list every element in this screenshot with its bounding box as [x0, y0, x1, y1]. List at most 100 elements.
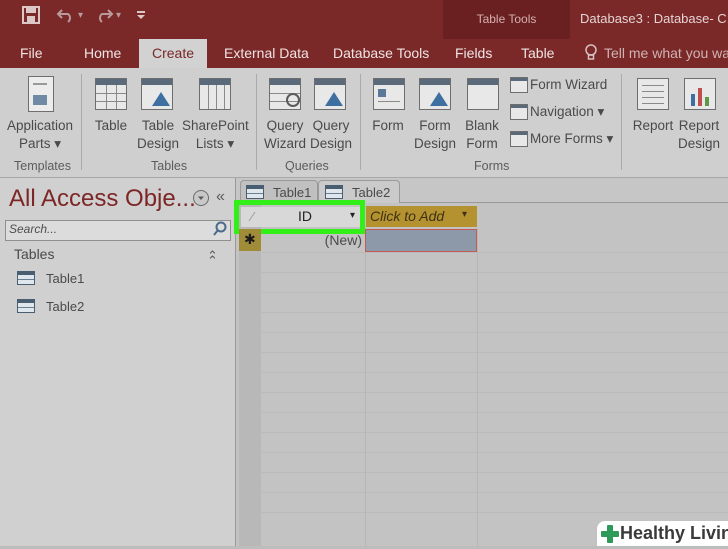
- context-tab-label: Table Tools: [476, 12, 537, 26]
- datasheet-grid[interactable]: [238, 204, 728, 546]
- grid-row-line: [262, 352, 728, 353]
- click-to-add-label: Click to Add: [370, 208, 445, 224]
- table-object-icon: [17, 299, 35, 313]
- watermark-text: Healthy Living: [620, 523, 728, 543]
- report-button[interactable]: Report: [628, 117, 678, 135]
- redo-dropdown-icon[interactable]: ▾: [116, 10, 121, 21]
- search-icon[interactable]: [212, 221, 228, 237]
- record-selector-column: [239, 205, 261, 546]
- blank-form-icon: [467, 78, 499, 110]
- tab-create[interactable]: Create: [139, 45, 207, 61]
- undo-dropdown-icon[interactable]: ▾: [78, 10, 83, 21]
- query-design-label-1: Query: [312, 118, 350, 133]
- table-design-label-1: Table: [141, 118, 175, 133]
- form-design-icon: [419, 78, 451, 110]
- new-record-id-cell[interactable]: (New): [262, 229, 364, 251]
- navigation-icon: [510, 104, 528, 120]
- blank-form-button[interactable]: Blank Form: [460, 117, 504, 153]
- collapse-section-icon-lower: ⌃: [207, 253, 218, 268]
- group-separator: [81, 74, 82, 170]
- new-record-selector[interactable]: ✱: [239, 229, 261, 251]
- click-to-add-header[interactable]: Click to Add ▾: [366, 206, 477, 227]
- undo-icon[interactable]: [56, 6, 76, 29]
- table-design-icon: [141, 78, 173, 110]
- group-separator: [621, 74, 622, 170]
- new-record-label: (New): [324, 232, 362, 248]
- nav-menu-dropdown-icon[interactable]: [193, 190, 209, 206]
- group-label-tables: Tables: [151, 159, 188, 173]
- report-icon: [637, 78, 669, 110]
- query-wizard-button[interactable]: Query Wizard: [262, 117, 308, 153]
- grid-row-line: [262, 492, 728, 493]
- tab-table[interactable]: Table: [521, 45, 554, 61]
- grid-row-line: [262, 292, 728, 293]
- more-forms-button[interactable]: More Forms ▾: [530, 130, 613, 148]
- sharepoint-lists-icon: [199, 78, 231, 110]
- report-design-label-2: Design: [677, 136, 721, 151]
- query-wizard-icon: [269, 78, 301, 110]
- doc-tab-table2-label: Table2: [352, 185, 391, 200]
- form-wizard-button[interactable]: Form Wizard: [530, 76, 607, 94]
- grid-row-line: [262, 332, 728, 333]
- lightbulb-icon: [584, 44, 600, 62]
- watermark-logo-icon: [600, 524, 620, 544]
- sharepoint-lists-label-2: Lists ▾: [195, 136, 235, 151]
- table-icon: [95, 78, 127, 110]
- tell-me-search[interactable]: Tell me what you wa: [604, 45, 728, 61]
- form-button[interactable]: Form: [366, 117, 410, 135]
- form-design-button[interactable]: Form Design: [413, 117, 457, 153]
- click-to-add-dropdown-icon[interactable]: ▾: [462, 209, 467, 220]
- table-design-button[interactable]: Table Design: [136, 117, 180, 153]
- doc-tab-table1-label: Table1: [273, 185, 312, 200]
- grid-row-line: [262, 392, 728, 393]
- tab-file[interactable]: File: [20, 45, 43, 61]
- tab-home[interactable]: Home: [84, 45, 121, 61]
- application-parts-icon: [28, 76, 54, 112]
- new-record-add-cell[interactable]: [365, 229, 477, 252]
- nav-section-tables[interactable]: Tables: [14, 246, 54, 262]
- tab-database-tools[interactable]: Database Tools: [333, 45, 429, 61]
- form-wizard-icon: [510, 77, 528, 93]
- grid-row-line: [262, 312, 728, 313]
- nav-pane-title[interactable]: All Access Obje...: [9, 185, 196, 213]
- grid-row-line: [262, 272, 728, 273]
- nav-item-table2[interactable]: Table2: [46, 299, 84, 314]
- application-parts-button[interactable]: Application Parts ▾: [4, 117, 76, 153]
- form-icon: [373, 78, 405, 110]
- group-separator: [256, 74, 257, 170]
- report-design-label-1: Report: [678, 118, 720, 133]
- group-label-forms: Forms: [474, 159, 510, 173]
- grid-row-line: [262, 472, 728, 473]
- redo-icon[interactable]: [94, 6, 114, 29]
- new-record-star-icon: ✱: [244, 231, 256, 247]
- window-title: Database3 : Database- C:\: [580, 11, 728, 26]
- query-wizard-label-2: Wizard: [263, 136, 306, 151]
- grid-row-line: [262, 512, 728, 513]
- save-icon[interactable]: [22, 6, 40, 29]
- table-button[interactable]: Table: [90, 117, 132, 135]
- blank-form-label-2: Form: [466, 136, 498, 151]
- query-design-label-2: Design: [309, 136, 353, 151]
- grid-row-line: [262, 452, 728, 453]
- query-wizard-label-1: Query: [266, 118, 304, 133]
- tab-fields[interactable]: Fields: [455, 45, 492, 61]
- application-parts-label-1: Application: [6, 118, 74, 133]
- blank-form-label-1: Blank: [465, 118, 499, 133]
- sharepoint-lists-label-1: SharePoint: [182, 118, 249, 133]
- application-parts-label-2: Parts ▾: [18, 136, 62, 151]
- shutter-bar-close-icon[interactable]: «: [216, 188, 225, 206]
- tab-external-data[interactable]: External Data: [224, 45, 309, 61]
- grid-column-line: [477, 228, 478, 546]
- nav-item-table1[interactable]: Table1: [46, 271, 84, 286]
- query-design-button[interactable]: Query Design: [309, 117, 353, 153]
- sharepoint-lists-button[interactable]: SharePoint Lists ▾: [182, 117, 249, 153]
- query-design-icon: [314, 78, 346, 110]
- group-label-queries: Queries: [285, 159, 329, 173]
- grid-row-line: [262, 412, 728, 413]
- customize-qat-icon[interactable]: [136, 9, 146, 24]
- grid-row-line: [262, 252, 728, 253]
- report-design-button[interactable]: Report Design: [677, 117, 721, 153]
- grid-column-line: [365, 228, 366, 546]
- table-design-label-2: Design: [136, 136, 180, 151]
- navigation-button[interactable]: Navigation ▾: [530, 103, 604, 121]
